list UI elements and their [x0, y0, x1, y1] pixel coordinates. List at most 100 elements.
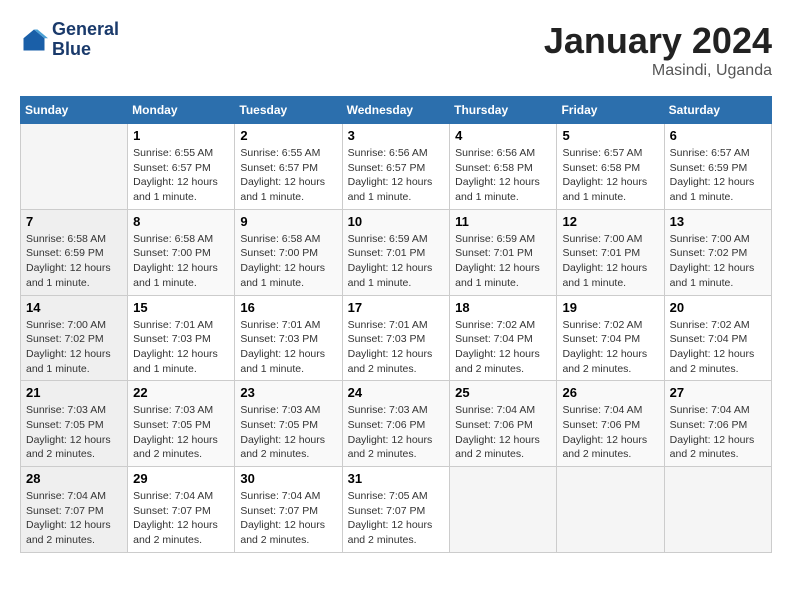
calendar-cell: 7 Sunrise: 6:58 AM Sunset: 6:59 PM Daylig…	[21, 209, 128, 295]
day-number: 22	[133, 385, 229, 400]
day-info: Sunrise: 6:58 AM Sunset: 7:00 PM Dayligh…	[240, 232, 336, 291]
day-number: 28	[26, 471, 122, 486]
day-number: 10	[348, 214, 445, 229]
day-info: Sunrise: 6:55 AM Sunset: 6:57 PM Dayligh…	[133, 146, 229, 205]
day-info: Sunrise: 7:02 AM Sunset: 7:04 PM Dayligh…	[670, 318, 766, 377]
weekday-header-thursday: Thursday	[450, 97, 557, 124]
calendar-cell: 31Sunrise: 7:05 AM Sunset: 7:07 PM Dayli…	[342, 467, 450, 553]
location-title: Masindi, Uganda	[544, 62, 772, 80]
day-number: 21	[26, 385, 122, 400]
calendar-cell	[664, 467, 771, 553]
day-number: 17	[348, 300, 445, 315]
logo-text: General Blue	[52, 20, 119, 60]
day-number: 5	[562, 128, 658, 143]
weekday-header-sunday: Sunday	[21, 97, 128, 124]
calendar-cell: 14 Sunrise: 7:00 AM Sunset: 7:02 PM Dayli…	[21, 295, 128, 381]
day-number: 7	[26, 214, 122, 229]
logo-icon	[20, 26, 48, 54]
day-info: Sunrise: 6:58 AM Sunset: 6:59 PM Dayligh…	[26, 232, 122, 291]
day-info: Sunrise: 7:03 AM Sunset: 7:05 PM Dayligh…	[133, 403, 229, 462]
weekday-header-saturday: Saturday	[664, 97, 771, 124]
calendar-cell	[557, 467, 664, 553]
calendar-cell: 13 Sunrise: 7:00 AM Sunset: 7:02 PM Dayli…	[664, 209, 771, 295]
day-info: Sunrise: 7:00 AM Sunset: 7:02 PM Dayligh…	[26, 318, 122, 377]
day-number: 19	[562, 300, 658, 315]
day-number: 13	[670, 214, 766, 229]
calendar-cell: 20Sunrise: 7:02 AM Sunset: 7:04 PM Dayli…	[664, 295, 771, 381]
day-info: Sunrise: 7:04 AM Sunset: 7:06 PM Dayligh…	[455, 403, 551, 462]
calendar-cell: 19 Sunrise: 7:02 AM Sunset: 7:04 PM Dayli…	[557, 295, 664, 381]
calendar-cell: 6 Sunrise: 6:57 AM Sunset: 6:59 PM Daylig…	[664, 124, 771, 210]
day-info: Sunrise: 7:04 AM Sunset: 7:06 PM Dayligh…	[670, 403, 766, 462]
day-info: Sunrise: 7:03 AM Sunset: 7:05 PM Dayligh…	[240, 403, 336, 462]
day-info: Sunrise: 7:00 AM Sunset: 7:02 PM Dayligh…	[670, 232, 766, 291]
calendar-cell: 27 Sunrise: 7:04 AM Sunset: 7:06 PM Dayli…	[664, 381, 771, 467]
day-info: Sunrise: 7:04 AM Sunset: 7:07 PM Dayligh…	[26, 489, 122, 548]
day-info: Sunrise: 7:01 AM Sunset: 7:03 PM Dayligh…	[133, 318, 229, 377]
day-number: 25	[455, 385, 551, 400]
day-number: 29	[133, 471, 229, 486]
day-number: 24	[348, 385, 445, 400]
day-info: Sunrise: 6:57 AM Sunset: 6:59 PM Dayligh…	[670, 146, 766, 205]
calendar-table: SundayMondayTuesdayWednesdayThursdayFrid…	[20, 96, 772, 553]
day-info: Sunrise: 7:02 AM Sunset: 7:04 PM Dayligh…	[562, 318, 658, 377]
day-number: 2	[240, 128, 336, 143]
day-number: 31	[348, 471, 445, 486]
day-number: 9	[240, 214, 336, 229]
calendar-cell: 29 Sunrise: 7:04 AM Sunset: 7:07 PM Dayli…	[128, 467, 235, 553]
day-number: 18	[455, 300, 551, 315]
calendar-cell	[21, 124, 128, 210]
day-info: Sunrise: 6:59 AM Sunset: 7:01 PM Dayligh…	[455, 232, 551, 291]
day-number: 30	[240, 471, 336, 486]
calendar-cell: 21 Sunrise: 7:03 AM Sunset: 7:05 PM Dayli…	[21, 381, 128, 467]
day-info: Sunrise: 7:03 AM Sunset: 7:06 PM Dayligh…	[348, 403, 445, 462]
day-number: 26	[562, 385, 658, 400]
logo: General Blue	[20, 20, 119, 60]
week-row-1: 1 Sunrise: 6:55 AM Sunset: 6:57 PM Daylig…	[21, 124, 772, 210]
calendar-cell: 25 Sunrise: 7:04 AM Sunset: 7:06 PM Dayli…	[450, 381, 557, 467]
day-number: 14	[26, 300, 122, 315]
calendar-cell: 16Sunrise: 7:01 AM Sunset: 7:03 PM Dayli…	[235, 295, 342, 381]
calendar-cell: 8Sunrise: 6:58 AM Sunset: 7:00 PM Daylig…	[128, 209, 235, 295]
weekday-header-wednesday: Wednesday	[342, 97, 450, 124]
week-row-2: 7 Sunrise: 6:58 AM Sunset: 6:59 PM Daylig…	[21, 209, 772, 295]
calendar-cell: 10 Sunrise: 6:59 AM Sunset: 7:01 PM Dayli…	[342, 209, 450, 295]
day-number: 16	[240, 300, 336, 315]
day-info: Sunrise: 6:57 AM Sunset: 6:58 PM Dayligh…	[562, 146, 658, 205]
day-info: Sunrise: 6:59 AM Sunset: 7:01 PM Dayligh…	[348, 232, 445, 291]
calendar-cell: 23 Sunrise: 7:03 AM Sunset: 7:05 PM Dayli…	[235, 381, 342, 467]
weekday-header-tuesday: Tuesday	[235, 97, 342, 124]
calendar-cell	[450, 467, 557, 553]
day-number: 6	[670, 128, 766, 143]
calendar-cell: 30 Sunrise: 7:04 AM Sunset: 7:07 PM Dayli…	[235, 467, 342, 553]
calendar-cell: 12 Sunrise: 7:00 AM Sunset: 7:01 PM Dayli…	[557, 209, 664, 295]
calendar-cell: 26Sunrise: 7:04 AM Sunset: 7:06 PM Dayli…	[557, 381, 664, 467]
calendar-cell: 22 Sunrise: 7:03 AM Sunset: 7:05 PM Dayli…	[128, 381, 235, 467]
day-info: Sunrise: 7:04 AM Sunset: 7:07 PM Dayligh…	[240, 489, 336, 548]
weekday-header-monday: Monday	[128, 97, 235, 124]
logo-line2: Blue	[52, 40, 119, 60]
page-header: General Blue January 2024 Masindi, Ugand…	[20, 20, 772, 80]
day-info: Sunrise: 7:03 AM Sunset: 7:05 PM Dayligh…	[26, 403, 122, 462]
day-number: 11	[455, 214, 551, 229]
day-info: Sunrise: 7:04 AM Sunset: 7:07 PM Dayligh…	[133, 489, 229, 548]
title-section: January 2024 Masindi, Uganda	[544, 20, 772, 80]
day-number: 27	[670, 385, 766, 400]
calendar-cell: 3Sunrise: 6:56 AM Sunset: 6:57 PM Daylig…	[342, 124, 450, 210]
day-number: 4	[455, 128, 551, 143]
weekday-header-friday: Friday	[557, 97, 664, 124]
day-info: Sunrise: 7:01 AM Sunset: 7:03 PM Dayligh…	[348, 318, 445, 377]
weekday-header-row: SundayMondayTuesdayWednesdayThursdayFrid…	[21, 97, 772, 124]
calendar-cell: 15Sunrise: 7:01 AM Sunset: 7:03 PM Dayli…	[128, 295, 235, 381]
day-number: 12	[562, 214, 658, 229]
month-title: January 2024	[544, 20, 772, 62]
day-number: 23	[240, 385, 336, 400]
calendar-cell: 5 Sunrise: 6:57 AM Sunset: 6:58 PM Daylig…	[557, 124, 664, 210]
calendar-cell: 4 Sunrise: 6:56 AM Sunset: 6:58 PM Daylig…	[450, 124, 557, 210]
day-info: Sunrise: 7:02 AM Sunset: 7:04 PM Dayligh…	[455, 318, 551, 377]
day-info: Sunrise: 6:58 AM Sunset: 7:00 PM Dayligh…	[133, 232, 229, 291]
day-info: Sunrise: 6:56 AM Sunset: 6:58 PM Dayligh…	[455, 146, 551, 205]
calendar-cell: 24 Sunrise: 7:03 AM Sunset: 7:06 PM Dayli…	[342, 381, 450, 467]
day-number: 1	[133, 128, 229, 143]
day-info: Sunrise: 7:00 AM Sunset: 7:01 PM Dayligh…	[562, 232, 658, 291]
